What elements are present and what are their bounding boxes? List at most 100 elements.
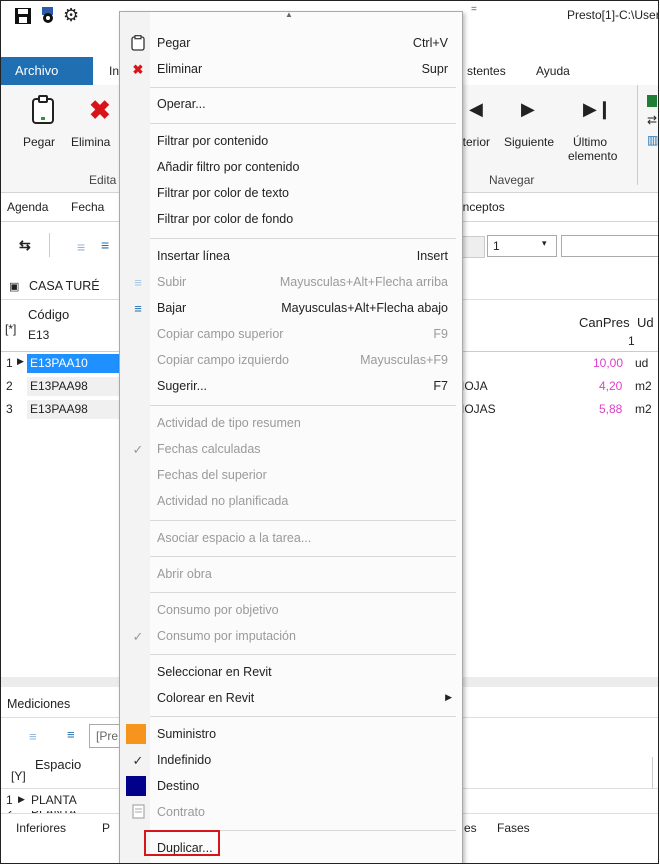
menu-item-actividad-resumen[interactable]: Actividad de tipo resumen — [120, 411, 462, 437]
row-code[interactable]: E13PAA98 — [27, 377, 119, 396]
menu-item-filtrar-color-fondo[interactable]: Filtrar por color de fondo — [120, 207, 462, 233]
move-up-icon[interactable]: ≡ — [29, 729, 37, 744]
menu-insert-partial[interactable]: In — [109, 64, 119, 78]
save-icon[interactable] — [14, 7, 32, 25]
menu-separator — [150, 123, 456, 124]
excel-icon[interactable] — [647, 95, 657, 107]
last-arrow-icon[interactable]: ▶❙ — [583, 99, 612, 120]
row-ud[interactable]: ud — [635, 356, 648, 370]
menu-item-seleccionar-revit[interactable]: Seleccionar en Revit — [120, 660, 462, 686]
menu-item-bajar[interactable]: ≡ Bajar Mayusculas+Alt+Flecha abajo — [120, 296, 462, 322]
level-combo[interactable]: 1 ▾ — [487, 235, 557, 257]
menu-item-fechas-calculadas[interactable]: ✓ Fechas calculadas — [120, 437, 462, 463]
menu-item-shortcut: Mayusculas+Alt+Flecha abajo — [281, 301, 448, 315]
menu-help[interactable]: Ayuda — [536, 64, 570, 78]
mediciones-search[interactable]: [Pre — [89, 724, 120, 748]
tab-conceptos-partial[interactable]: onceptos — [456, 200, 505, 214]
menu-item-filtrar-contenido[interactable]: Filtrar por contenido — [120, 129, 462, 155]
menu-item-operar[interactable]: Operar... — [120, 92, 462, 118]
menu-item-filtrar-color-texto[interactable]: Filtrar por color de texto — [120, 181, 462, 207]
menu-item-suministro[interactable]: Suministro — [120, 722, 462, 748]
menu-item-eliminar[interactable]: ✖ Eliminar Supr — [120, 57, 462, 83]
menu-item-consumo-objetivo[interactable]: Consumo por objetivo — [120, 598, 462, 624]
row-ud[interactable]: m2 — [635, 402, 652, 416]
menu-item-insertar-linea[interactable]: Insertar línea Insert — [120, 244, 462, 270]
row-espacio[interactable]: PLANTA — [31, 793, 77, 807]
row-canpres[interactable]: 4,20 — [599, 379, 622, 393]
ribbon-last-label-2[interactable]: elemento — [568, 149, 617, 163]
ribbon-last-label-1[interactable]: Último — [573, 135, 607, 149]
menu-separator — [150, 592, 456, 593]
tab-fecha-partial[interactable]: Fecha — [71, 200, 104, 214]
tab-fases[interactable]: Fases — [497, 821, 530, 835]
print-preview-icon[interactable] — [39, 6, 57, 26]
menu-item-label: Insertar línea — [157, 249, 230, 263]
menu-item-sugerir[interactable]: Sugerir... F7 — [120, 374, 462, 400]
menu-item-label: Contrato — [157, 805, 205, 819]
tab-inferiores[interactable]: Inferiores — [16, 821, 66, 835]
row-summary[interactable]: IOJA — [461, 379, 488, 393]
calendar-icon[interactable] — [461, 236, 485, 258]
row-canpres[interactable]: 5,88 — [599, 402, 622, 416]
menu-item-consumo-imputacion[interactable]: ✓ Consumo por imputación — [120, 624, 462, 650]
delete-red-x-icon[interactable]: ✖ — [89, 95, 111, 125]
menu-item-copiar-izquierdo[interactable]: Copiar campo izquierdo Mayusculas+F9 — [120, 348, 462, 374]
menu-separator — [150, 87, 456, 88]
sync-icon[interactable]: ⇄ — [647, 113, 657, 127]
menu-file-tab[interactable]: Archivo — [1, 57, 93, 85]
row-ud[interactable]: m2 — [635, 379, 652, 393]
menu-item-contrato[interactable]: Contrato — [120, 800, 462, 826]
menu-item-shortcut: F9 — [433, 327, 448, 341]
grid-header-code-filter[interactable]: E13 — [28, 328, 49, 342]
window-title: Presto[1]-C:\User — [567, 8, 659, 22]
menu-item-label: Pegar — [157, 36, 191, 50]
grid-header-canpres[interactable]: CanPres — [579, 315, 630, 330]
grid-header-ud[interactable]: Ud — [637, 315, 654, 330]
scroll-up-arrow-icon[interactable]: ▲ — [285, 10, 293, 19]
menu-item-destino[interactable]: Destino — [120, 774, 462, 800]
menu-item-anadir-filtro[interactable]: Añadir filtro por contenido — [120, 155, 462, 181]
previous-arrow-icon[interactable]: ◀ — [469, 99, 483, 120]
grid-header-code[interactable]: Código — [28, 307, 69, 322]
tab-es-partial[interactable]: es — [464, 821, 477, 835]
ribbon-paste-label[interactable]: Pegar — [23, 135, 55, 149]
menu-item-colorear-revit[interactable]: Colorear en Revit ▶ — [120, 686, 462, 712]
divider — [652, 757, 653, 789]
menu-item-abrir-obra[interactable]: Abrir obra — [120, 562, 462, 588]
menu-item-shortcut: Insert — [416, 249, 448, 263]
move-down-icon[interactable]: ≡ — [67, 727, 75, 742]
row-code[interactable]: E13PAA10 — [27, 354, 119, 373]
columns-icon[interactable]: ▥ — [647, 133, 658, 147]
menu-item-label: Sugerir... — [157, 379, 208, 393]
next-arrow-icon[interactable]: ▶ — [521, 99, 535, 120]
mediciones-header-marker[interactable]: [Y] — [11, 769, 26, 783]
ribbon-next-label[interactable]: Siguiente — [504, 135, 554, 149]
menu-item-pegar[interactable]: Pegar Ctrl+V — [120, 31, 462, 57]
menu-item-indefinido[interactable]: ✓ Indefinido — [120, 748, 462, 774]
refresh-icon[interactable]: ⇆ — [19, 237, 31, 254]
tab-p-partial[interactable]: P — [102, 821, 110, 835]
ribbon-delete-label[interactable]: Elimina — [71, 135, 110, 149]
menu-item-fechas-superior[interactable]: Fechas del superior — [120, 463, 462, 489]
row-summary[interactable]: IOJAS — [461, 402, 496, 416]
menu-assistants-partial[interactable]: stentes — [467, 64, 506, 78]
mediciones-title: Mediciones — [7, 697, 71, 711]
row-code[interactable]: E13PAA98 — [27, 400, 119, 419]
paste-icon[interactable] — [31, 95, 55, 125]
move-up-icon[interactable]: ≡ — [77, 239, 85, 255]
grid-header-marker[interactable]: [*] — [5, 322, 16, 336]
level-combo-value: 1 — [493, 239, 500, 253]
tab-agenda[interactable]: Agenda — [7, 200, 48, 214]
move-down-icon[interactable]: ≡ — [101, 237, 109, 253]
table-row[interactable]: 1 ▶ PLANTA — [1, 791, 131, 810]
settings-gear-icon[interactable]: ⚙ — [63, 5, 79, 25]
qat-dropdown-icon[interactable]: = — [471, 4, 477, 15]
menu-item-label: Consumo por imputación — [157, 629, 296, 643]
search-field[interactable] — [561, 235, 658, 257]
menu-item-asociar-espacio[interactable]: Asociar espacio a la tarea... — [120, 526, 462, 552]
menu-item-actividad-no-planificada[interactable]: Actividad no planificada — [120, 489, 462, 515]
row-canpres[interactable]: 10,00 — [593, 356, 623, 370]
menu-item-copiar-superior[interactable]: Copiar campo superior F9 — [120, 322, 462, 348]
mediciones-header-espacio[interactable]: Espacio — [35, 757, 81, 772]
menu-item-subir[interactable]: ≡ Subir Mayusculas+Alt+Flecha arriba — [120, 270, 462, 296]
